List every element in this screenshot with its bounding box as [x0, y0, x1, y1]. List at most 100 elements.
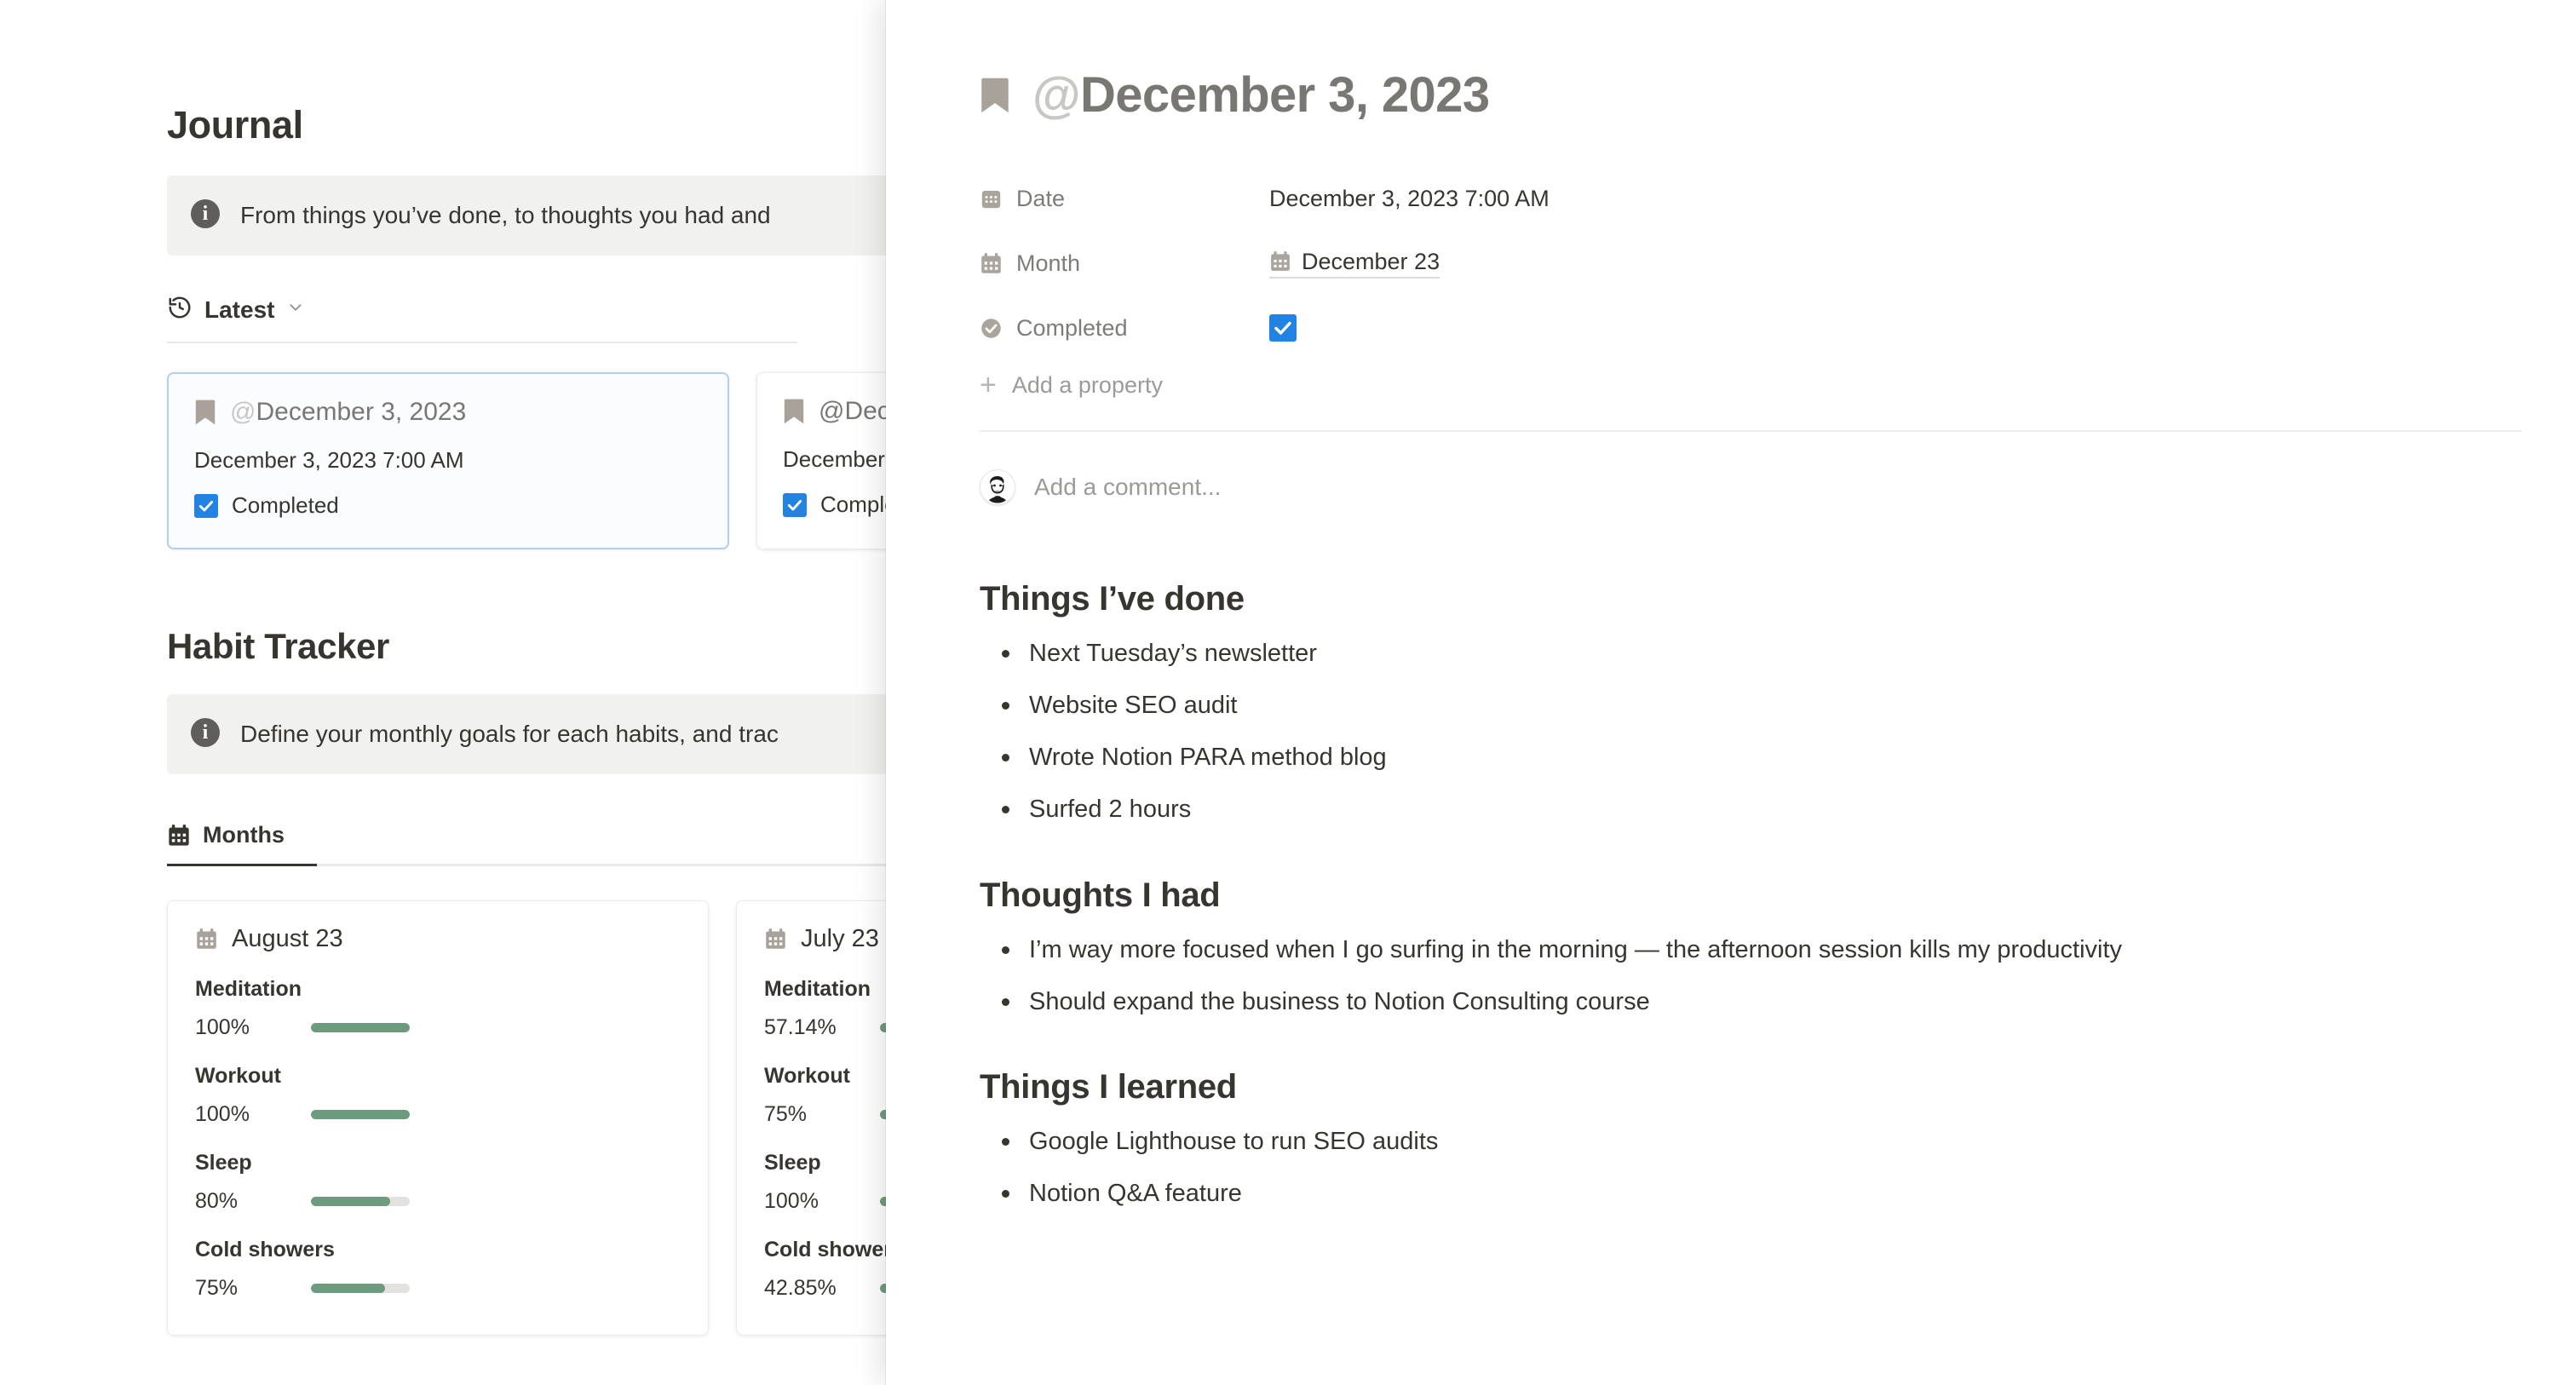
- habit-name: Workout: [764, 1064, 850, 1088]
- habit-percent-label: 75%: [764, 1102, 808, 1126]
- section-heading-things-i-learned: Things I learned: [980, 1067, 1237, 1106]
- add-property-label: Add a property: [1011, 371, 1163, 398]
- journal-callout: i From things you’ve done, to thoughts y…: [167, 175, 903, 256]
- habit-progress: 42.85%: [764, 1276, 903, 1301]
- add-comment-row[interactable]: Add a comment...: [980, 432, 2576, 543]
- chevron-down-icon[interactable]: [286, 298, 305, 322]
- journal-view-selector[interactable]: Latest: [167, 295, 903, 325]
- journal-card-completed-label: Completed: [232, 492, 339, 518]
- property-label: Date: [980, 186, 1269, 212]
- tab-months[interactable]: Months: [167, 822, 285, 864]
- journal-heading: Journal: [167, 103, 303, 147]
- habit-progress-bar: [311, 1284, 410, 1293]
- bookmark-icon: [783, 398, 805, 425]
- property-row-date[interactable]: Date December 3, 2023 7:00 AM: [980, 166, 2576, 231]
- habit-tracker-callout-text: Define your monthly goals for each habit…: [240, 721, 779, 747]
- habit-tracker-tabbar: Months: [167, 822, 903, 866]
- bookmark-icon: [980, 76, 1010, 115]
- side-peek-panel: @December 3, 2023 Date December 3, 2023 …: [886, 0, 2576, 1385]
- habit-progress: 100%: [764, 1189, 903, 1214]
- habit-progress: 75%: [764, 1102, 903, 1127]
- property-row-completed[interactable]: Completed: [980, 296, 2576, 360]
- bulleted-list: Next Tuesday’s newsletter Website SEO au…: [980, 637, 2576, 827]
- calendar-icon: [167, 824, 191, 848]
- property-label: Completed: [980, 315, 1269, 342]
- habit-name: Meditation: [764, 977, 871, 1001]
- list-item[interactable]: Next Tuesday’s newsletter: [980, 637, 2576, 670]
- plus-icon: +: [980, 369, 997, 401]
- habit-progress: 75%: [195, 1276, 681, 1301]
- list-item[interactable]: Surfed 2 hours: [980, 793, 2576, 826]
- journal-card-next[interactable]: @Dece December Comple: [756, 372, 903, 549]
- habit-progress-bar: [311, 1110, 410, 1119]
- list-item[interactable]: I’m way more focused when I go surfing i…: [980, 934, 2576, 967]
- list-item[interactable]: Should expand the business to Notion Con…: [980, 986, 2576, 1019]
- list-item[interactable]: Notion Q&A feature: [980, 1177, 2576, 1210]
- add-property-button[interactable]: + Add a property: [980, 371, 2576, 399]
- habit-tracker-callout: i Define your monthly goals for each hab…: [167, 694, 903, 774]
- habit-percent-label: 80%: [195, 1189, 239, 1213]
- list-item[interactable]: Google Lighthouse to run SEO audits: [980, 1125, 2576, 1158]
- journal-view-label: Latest: [204, 296, 275, 323]
- background-page: Journal i From things you’ve done, to th…: [0, 0, 903, 1385]
- habit-month-card-row: August 23 Meditation 100% Workout 100% S…: [167, 900, 903, 1336]
- journal-card-completed[interactable]: Comple: [783, 491, 903, 518]
- bookmark-icon: [194, 399, 216, 426]
- habit-month-name: August 23: [232, 925, 343, 952]
- calendar-date-icon: [980, 187, 1003, 210]
- habit-percent-label: 100%: [764, 1189, 819, 1213]
- habit-progress-fill: [311, 1023, 410, 1032]
- habit-month-card[interactable]: July 23 Meditation 57.14% Workout 75% Sl…: [736, 900, 903, 1336]
- habit-progress-fill: [311, 1284, 385, 1293]
- habit-name: Cold showers: [764, 1238, 903, 1261]
- property-value-completed[interactable]: [1269, 314, 1297, 342]
- habit-percent-label: 42.85%: [764, 1276, 837, 1300]
- property-row-month[interactable]: Month December 23: [980, 231, 2576, 296]
- habit-progress-bar: [311, 1197, 410, 1206]
- bulleted-list: I’m way more focused when I go surfing i…: [980, 934, 2576, 1019]
- habit-progress: 100%: [195, 1015, 681, 1040]
- habit-progress-bar: [311, 1023, 410, 1032]
- property-label-text: Date: [1016, 185, 1066, 211]
- habit-month-card[interactable]: August 23 Meditation 100% Workout 100% S…: [167, 900, 709, 1336]
- check-circle-icon: [980, 317, 1003, 340]
- recent-clock-icon: [167, 295, 193, 325]
- page-body: Things I’ve done Next Tuesday’s newslett…: [980, 580, 2576, 1210]
- journal-card-title-row: @Dece: [783, 397, 903, 426]
- checkbox-checked-icon[interactable]: [783, 492, 807, 517]
- property-label-text: Completed: [1016, 314, 1128, 341]
- habit-month-title-row: August 23: [195, 925, 681, 953]
- habit-progress-fill: [311, 1110, 410, 1119]
- property-value-month[interactable]: December 23: [1269, 249, 1440, 279]
- habit-tracker-heading: Habit Tracker: [167, 626, 389, 666]
- habit-percent-label: 57.14%: [764, 1015, 837, 1039]
- comment-input-placeholder[interactable]: Add a comment...: [1034, 474, 1221, 501]
- section-heading-things-ive-done: Things I’ve done: [980, 580, 1245, 618]
- habit-name: Sleep: [195, 1151, 252, 1175]
- property-list: Date December 3, 2023 7:00 AM Month Dece…: [980, 166, 2576, 400]
- bulleted-list: Google Lighthouse to run SEO audits Noti…: [980, 1125, 2576, 1210]
- checkbox-checked-icon[interactable]: [194, 493, 218, 518]
- habit-progress: 57.14%: [764, 1015, 903, 1040]
- info-icon: i: [191, 199, 220, 228]
- habit-percent-label: 100%: [195, 1015, 250, 1039]
- journal-card-row: @December 3, 2023 December 3, 2023 7:00 …: [167, 372, 903, 549]
- habit-percent-label: 75%: [195, 1276, 239, 1300]
- journal-callout-text: From things you’ve done, to thoughts you…: [240, 202, 771, 228]
- tab-active-indicator: [167, 864, 317, 866]
- journal-card-selected[interactable]: @December 3, 2023 December 3, 2023 7:00 …: [167, 372, 729, 549]
- list-item[interactable]: Wrote Notion PARA method blog: [980, 741, 2576, 774]
- habit-month-title-row: July 23: [764, 925, 903, 953]
- relation-link[interactable]: December 23: [1269, 249, 1440, 279]
- habit-name: Sleep: [764, 1151, 821, 1175]
- tab-months-label: Months: [203, 822, 285, 848]
- habit-percent-label: 100%: [195, 1102, 250, 1126]
- journal-card-completed[interactable]: Completed: [194, 492, 702, 519]
- property-value-date[interactable]: December 3, 2023 7:00 AM: [1269, 186, 1550, 212]
- checkbox-checked-icon[interactable]: [1269, 314, 1297, 342]
- journal-card-title-row: @December 3, 2023: [194, 398, 702, 427]
- list-item[interactable]: Website SEO audit: [980, 689, 2576, 722]
- habit-month-name: July 23: [801, 925, 879, 952]
- calendar-icon: [980, 252, 1003, 275]
- page-title-at: @: [1032, 67, 1081, 123]
